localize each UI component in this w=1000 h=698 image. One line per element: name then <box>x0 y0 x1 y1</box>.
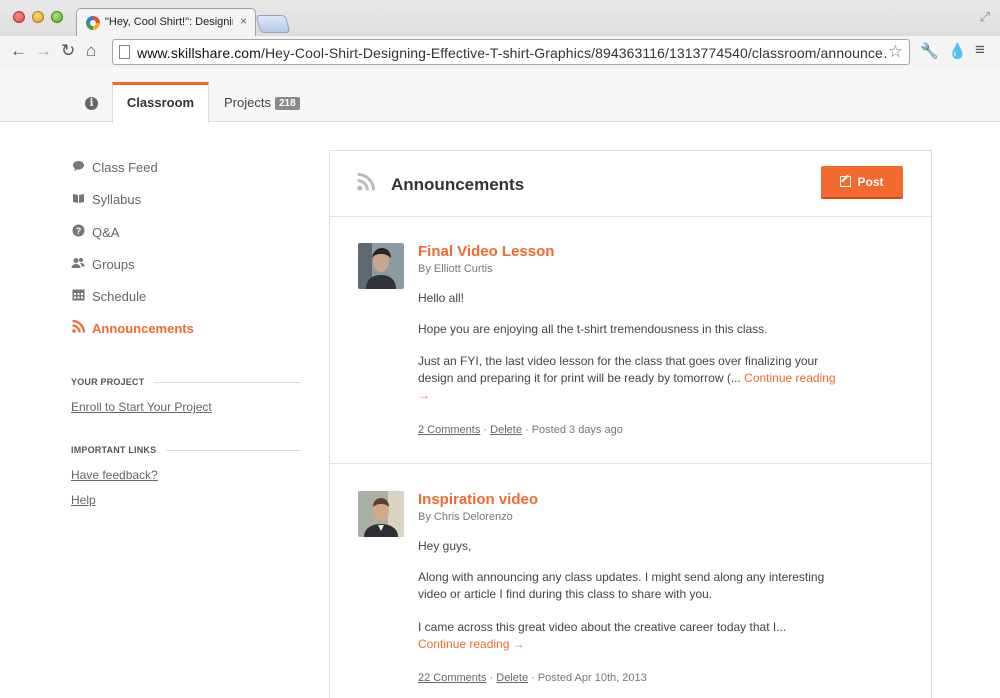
announcement-item: Final Video Lesson By Elliott Curtis Hel… <box>330 217 931 464</box>
continue-reading-link[interactable]: Continue reading → <box>418 637 525 651</box>
question-icon: ? <box>71 224 85 242</box>
wrench-icon[interactable]: 🔧 <box>920 42 939 60</box>
class-nav: i Classroom Projects 218 <box>0 68 1000 123</box>
announcement-text: Hello all! <box>418 291 465 305</box>
post-button-label: Post <box>857 175 884 189</box>
tab-close-icon[interactable]: × <box>240 14 247 28</box>
sidebar-item-label: Class Feed <box>92 160 158 175</box>
avatar <box>358 491 404 537</box>
extension-drop-icon[interactable]: 💧 <box>948 42 967 60</box>
edit-icon <box>840 176 852 187</box>
tab-classroom[interactable]: Classroom <box>112 82 209 123</box>
avatar <box>358 243 404 289</box>
sidebar-item-groups[interactable]: Groups <box>71 256 135 274</box>
announcement-text: Hey guys, <box>418 539 472 553</box>
svg-text:?: ? <box>75 226 81 236</box>
forward-icon[interactable]: → <box>35 41 52 61</box>
info-icon[interactable]: i <box>85 97 98 110</box>
panel-header: Announcements Post <box>330 151 931 217</box>
browser-tab[interactable]: "Hey, Cool Shirt!": Designin × <box>76 8 256 36</box>
announcement-text: Along with announcing any class updates.… <box>418 570 825 601</box>
delete-link[interactable]: Delete <box>490 424 522 436</box>
close-window-button[interactable] <box>13 11 25 23</box>
sidebar-item-label: Announcements <box>92 321 194 336</box>
tab-classroom-label: Classroom <box>126 95 195 110</box>
announcement-title-link[interactable]: Final Video Lesson <box>418 243 554 260</box>
rss-icon <box>357 172 376 194</box>
posted-time: Posted Apr 10th, 2013 <box>537 672 647 684</box>
post-button[interactable]: Post <box>821 166 903 199</box>
feedback-link[interactable]: Have feedback? <box>71 468 158 482</box>
home-icon[interactable]: ⌂ <box>86 41 96 61</box>
favicon-icon <box>86 16 100 30</box>
announcement-meta: 2 Comments · Delete · Posted 3 days ago <box>418 424 623 436</box>
comment-icon <box>71 159 85 177</box>
announcement-author: By Chris Delorenzo <box>418 511 513 523</box>
address-bar[interactable]: www.skillshare.com/Hey-Cool-Shirt-Design… <box>112 39 910 65</box>
users-icon <box>71 256 85 274</box>
projects-count-badge: 218 <box>274 97 300 110</box>
minimize-window-button[interactable] <box>32 11 44 23</box>
sidebar-item-label: Q&A <box>92 225 120 240</box>
sidebar-item-label: Schedule <box>92 289 147 304</box>
browser-chrome: "Hey, Cool Shirt!": Designin × ⤢ ← → ↻ ⌂… <box>0 0 1000 68</box>
calendar-icon <box>71 288 85 306</box>
fullscreen-icon[interactable]: ⤢ <box>980 9 990 25</box>
book-icon <box>71 191 85 209</box>
zoom-window-button[interactable] <box>51 11 63 23</box>
important-links-heading: IMPORTANT LINKS <box>71 445 301 455</box>
sidebar-item-label: Groups <box>92 257 135 272</box>
comments-link[interactable]: 2 Comments <box>418 424 480 436</box>
announcements-panel: Announcements Post Final Video Lesson By… <box>329 150 932 698</box>
sidebar-item-syllabus[interactable]: Syllabus <box>71 191 141 209</box>
browser-toolbar: ← → ↻ ⌂ www.skillshare.com/Hey-Cool-Shir… <box>0 36 1000 68</box>
bookmark-star-icon[interactable]: ☆ <box>888 42 903 62</box>
sidebar-item-schedule[interactable]: Schedule <box>71 288 146 306</box>
new-tab-button[interactable] <box>255 15 291 33</box>
posted-time: Posted 3 days ago <box>531 424 623 436</box>
page-icon <box>119 45 130 59</box>
announcement-text: Hope you are enjoying all the t-shirt tr… <box>418 322 768 336</box>
announcement-meta: 22 Comments · Delete · Posted Apr 10th, … <box>418 672 647 684</box>
sidebar-item-class-feed[interactable]: Class Feed <box>71 159 158 177</box>
announcement-author: By Elliott Curtis <box>418 263 493 275</box>
announcement-item: Inspiration video By Chris Delorenzo Hey… <box>330 465 931 698</box>
sidebar-item-label: Syllabus <box>92 192 142 207</box>
url-text: www.skillshare.com/Hey-Cool-Shirt-Design… <box>137 45 887 61</box>
tab-title: "Hey, Cool Shirt!": Designin <box>105 16 233 28</box>
reload-icon[interactable]: ↻ <box>61 41 75 61</box>
rss-icon <box>71 319 85 338</box>
menu-icon[interactable]: ≡ <box>975 40 985 60</box>
back-icon[interactable]: ← <box>10 41 27 61</box>
your-project-heading: YOUR PROJECT <box>71 377 301 387</box>
announcement-text: I came across this great video about the… <box>418 620 787 651</box>
tab-projects[interactable]: Projects 218 <box>224 95 300 110</box>
comments-link[interactable]: 22 Comments <box>418 672 486 684</box>
sidebar-item-announcements[interactable]: Announcements <box>71 319 194 338</box>
delete-link[interactable]: Delete <box>496 672 528 684</box>
announcement-text: Just an FYI, the last video lesson for t… <box>418 354 836 402</box>
tab-projects-label: Projects <box>224 95 271 110</box>
announcement-title-link[interactable]: Inspiration video <box>418 491 538 508</box>
enroll-link[interactable]: Enroll to Start Your Project <box>71 400 212 414</box>
sidebar-item-qa[interactable]: ? Q&A <box>71 224 119 242</box>
help-link[interactable]: Help <box>71 493 96 507</box>
page-title: Announcements <box>391 175 525 194</box>
